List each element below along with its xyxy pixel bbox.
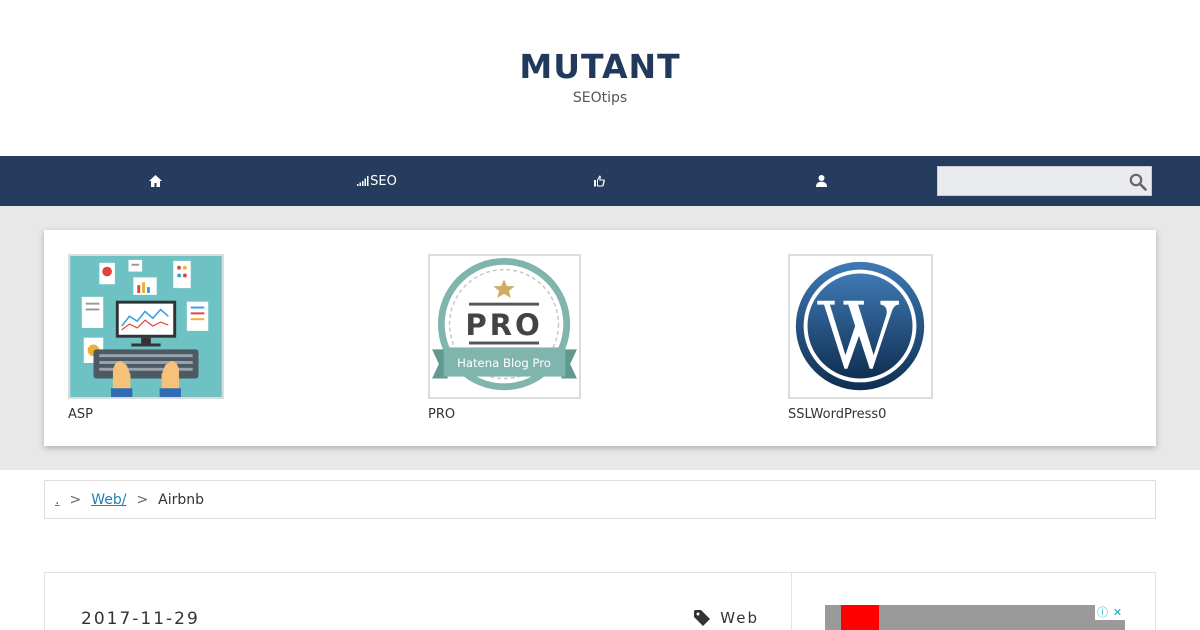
featured-caption[interactable]: SSLWordPress0 [788,407,933,422]
featured-thumbnail-pro-badge[interactable]: PRO Hatena Blog Pro [428,254,581,399]
post-category[interactable]: Web [694,609,759,627]
featured-caption[interactable]: ASP [68,407,224,422]
breadcrumb-separator: > [136,491,149,508]
badge-text-ribbon: Hatena Blog Pro [457,356,551,370]
wordpress-logo-icon[interactable] [788,254,933,399]
breadcrumb-current: Airbnb [158,491,205,508]
breadcrumb: . > Web/ > Airbnb [44,480,1156,519]
post-date: 2017-11-29 [81,609,200,629]
user-icon [815,175,827,187]
nav-item-recommend[interactable] [488,156,710,206]
featured-caption[interactable]: PRO [428,407,581,422]
thumbs-up-icon [594,175,605,187]
featured-card: ASP PRO Hatena Blog Pro PRO SSLWordPress… [44,230,1156,446]
home-icon [148,175,162,187]
breadcrumb-home-link[interactable]: . [55,492,59,508]
site-header: MUTANT SEOtips [0,0,1200,156]
breadcrumb-category-link[interactable]: Web/ [91,492,126,508]
site-title[interactable]: MUTANT [0,48,1200,86]
search-input[interactable] [938,167,1123,195]
close-icon[interactable]: ✕ [1110,605,1125,620]
ad-badges: ⓘ ✕ [1095,605,1125,620]
main-nav: SEO [0,156,1200,206]
search-box [937,166,1152,196]
featured-item-ssl-wordpress[interactable]: SSLWordPress0 [788,254,933,422]
search-icon[interactable] [1129,173,1147,191]
featured-thumbnail-dashboard[interactable] [68,254,224,399]
content-area: 2017-11-29 Web ⓘ ✕ [44,572,1156,630]
featured-band: ASP PRO Hatena Blog Pro PRO SSLWordPress… [0,206,1200,470]
nav-item-seo[interactable]: SEO [266,156,488,206]
post-category-label: Web [720,609,759,627]
signal-icon [357,176,369,186]
sidebar-ad[interactable]: ⓘ ✕ [825,605,1125,630]
info-icon[interactable]: ⓘ [1095,605,1110,620]
featured-item-pro[interactable]: PRO Hatena Blog Pro PRO [428,254,581,422]
article: 2017-11-29 Web [45,573,792,630]
breadcrumb-separator: > [69,491,82,508]
nav-item-profile[interactable] [710,156,932,206]
nav-item-home[interactable] [44,156,266,206]
tag-icon [694,610,711,626]
nav-item-label: SEO [370,173,397,189]
ad-image[interactable] [841,605,879,630]
badge-text-pro: PRO [465,308,542,342]
featured-item-asp[interactable]: ASP [68,254,224,422]
site-tagline: SEOtips [572,90,628,106]
